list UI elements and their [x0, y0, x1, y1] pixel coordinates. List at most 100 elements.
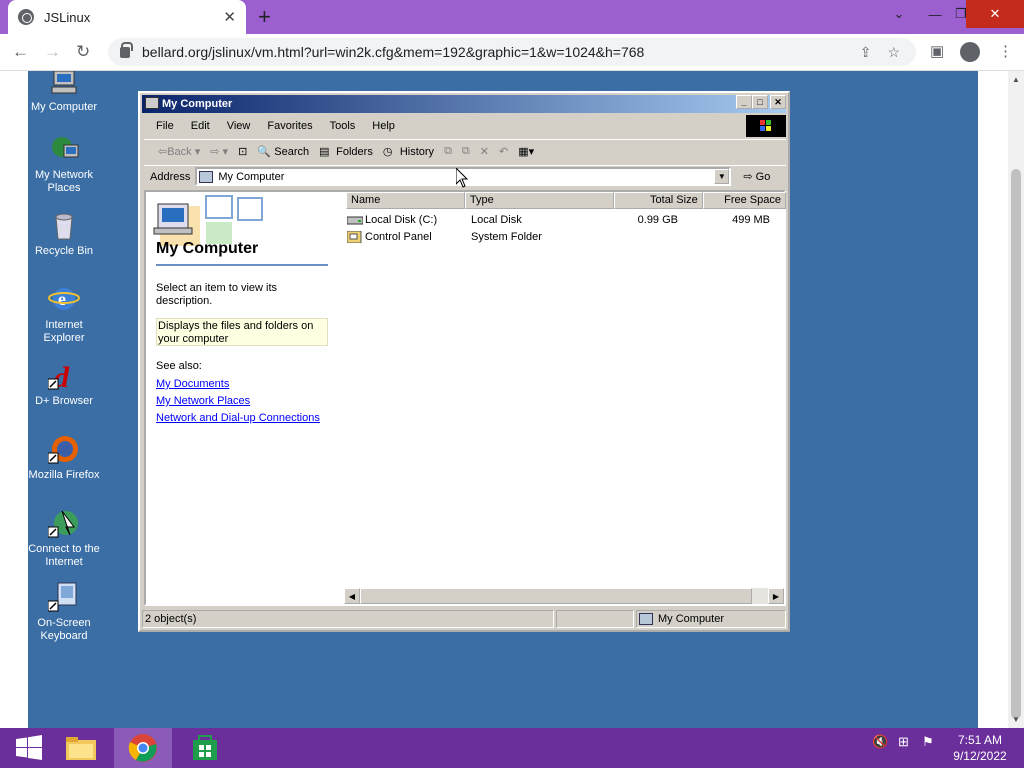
desktop-icon-mozilla-firefox[interactable]: Mozilla Firefox	[28, 433, 100, 482]
tab-close-icon[interactable]: ✕	[223, 8, 236, 26]
start-button[interactable]	[0, 728, 58, 768]
desktop-icon-recycle-bin[interactable]: Recycle Bin	[28, 209, 100, 258]
scroll-up-icon[interactable]: ▲	[1012, 75, 1020, 84]
back-button[interactable]: ⇦ Back ▾	[158, 145, 200, 159]
delete-icon[interactable]: ✕	[480, 145, 489, 158]
bookmark-star-icon[interactable]: ☆	[887, 44, 900, 61]
column-name[interactable]: Name	[346, 192, 465, 209]
list-item[interactable]: Local Disk (C:) Local Disk 0.99 GB 499 M…	[346, 212, 786, 228]
horizontal-scrollbar[interactable]: ◀ ▶	[344, 588, 784, 604]
views-button[interactable]: ▦ ▾	[518, 145, 534, 158]
mouse-cursor-icon	[455, 166, 469, 191]
up-folder-icon[interactable]: ⊡	[238, 145, 247, 158]
menu-kebab-icon[interactable]: ⋮	[998, 42, 1013, 60]
web-view-pane: My Computer Select an item to view its d…	[146, 192, 346, 604]
globe-icon	[18, 9, 34, 25]
desktop-icon-on-screen-keyboard[interactable]: On-Screen Keyboard	[28, 581, 100, 643]
volume-muted-icon[interactable]: 🔇	[872, 734, 888, 750]
close-button[interactable]: ✕	[966, 0, 1024, 28]
file-explorer-icon	[66, 737, 96, 760]
desktop-icon-d-plus-browser[interactable]: d D+ Browser	[28, 359, 100, 408]
window-title: My Computer	[162, 98, 233, 110]
desktop-icon-connect-to-internet[interactable]: Connect to the Internet	[28, 507, 100, 569]
profile-avatar-icon[interactable]	[960, 42, 980, 62]
address-value: My Computer	[218, 170, 285, 183]
menu-file[interactable]: File	[156, 120, 174, 132]
undo-icon[interactable]: ↶	[499, 145, 508, 158]
folders-button[interactable]: ▤ Folders	[319, 145, 373, 159]
link-my-network-places[interactable]: My Network Places	[156, 395, 250, 407]
page-scrollbar[interactable]: ▲ ▼	[1008, 71, 1024, 728]
hard-disk-icon	[346, 214, 364, 226]
desktop-icon-label: Internet Explorer	[43, 319, 85, 344]
list-header: Name Type Total Size Free Space	[346, 192, 786, 209]
menu-edit[interactable]: Edit	[191, 120, 210, 132]
window-minimize-button[interactable]: _	[736, 95, 752, 109]
column-total-size[interactable]: Total Size	[613, 192, 703, 209]
store-taskbar-button[interactable]	[176, 728, 234, 768]
share-icon[interactable]: ⇪	[860, 44, 872, 61]
desktop-icon-internet-explorer[interactable]: e Internet Explorer	[28, 283, 100, 345]
firefox-icon	[47, 433, 80, 465]
scroll-left-icon[interactable]: ◀	[344, 588, 360, 604]
tab-title: JSLinux	[44, 9, 91, 25]
window-close-button[interactable]: ✕	[770, 95, 786, 109]
scroll-down-icon[interactable]: ▼	[1012, 715, 1020, 724]
pane-prompt: Select an item to view its description.	[156, 282, 278, 307]
tab-search-button[interactable]: ⌄	[882, 0, 916, 28]
desktop-icon-my-network-places[interactable]: My Network Places	[28, 133, 100, 195]
menu-tools[interactable]: Tools	[330, 120, 356, 132]
new-tab-button[interactable]: +	[258, 4, 271, 30]
status-bar: 2 object(s) My Computer	[142, 610, 790, 630]
my-computer-small-icon	[199, 170, 214, 183]
back-arrow-icon[interactable]: ←	[12, 42, 29, 62]
scroll-thumb[interactable]	[360, 588, 752, 604]
forward-button[interactable]: ⇨ ▾	[210, 145, 228, 158]
menu-view[interactable]: View	[227, 120, 251, 132]
copy-to-icon[interactable]: ⧉	[462, 145, 470, 158]
network-icon[interactable]: ⊞	[898, 734, 909, 750]
scroll-right-icon[interactable]: ▶	[768, 588, 784, 604]
menu-favorites[interactable]: Favorites	[267, 120, 312, 132]
forward-arrow-icon[interactable]: →	[44, 42, 61, 62]
clock-time: 7:51 AM	[957, 733, 1003, 747]
history-button[interactable]: ◷ History	[383, 145, 434, 159]
link-my-documents[interactable]: My Documents	[156, 378, 229, 390]
item-type: Local Disk	[471, 214, 522, 226]
go-button[interactable]: ⇨ Go	[743, 170, 770, 183]
browser-tab[interactable]: JSLinux ✕	[8, 0, 246, 34]
side-panel-icon[interactable]: ▣	[930, 42, 944, 60]
taskbar-clock[interactable]: 7:51 AM 9/12/2022	[940, 732, 1020, 764]
item-type: System Folder	[471, 231, 542, 243]
keyboard-icon	[47, 581, 80, 613]
action-center-icon[interactable]: ⚑	[922, 734, 934, 750]
search-button[interactable]: 🔍 Search	[257, 145, 309, 159]
window-maximize-button[interactable]: □	[752, 95, 768, 109]
desktop-icon-label: D+ Browser	[35, 395, 93, 407]
column-type[interactable]: Type	[464, 192, 614, 209]
reload-icon[interactable]: ↻	[76, 42, 90, 62]
desktop-icon-my-computer[interactable]: My Computer	[28, 71, 100, 114]
search-icon: 🔍	[257, 145, 271, 158]
address-dropdown-icon[interactable]: ▼	[714, 169, 730, 184]
column-free-space[interactable]: Free Space	[702, 192, 786, 209]
move-to-icon[interactable]: ⧉	[444, 145, 452, 158]
link-network-dialup[interactable]: Network and Dial-up Connections	[156, 412, 320, 424]
browser-tab-strip: JSLinux ✕ + ⌄ — ❐ ✕	[0, 0, 1024, 34]
d-plus-browser-icon: d	[47, 359, 80, 394]
windows-start-icon	[16, 735, 42, 760]
scroll-thumb[interactable]	[1011, 169, 1021, 719]
pane-divider	[156, 264, 328, 266]
file-explorer-taskbar-button[interactable]	[52, 728, 110, 768]
menu-help[interactable]: Help	[372, 120, 395, 132]
chrome-taskbar-button[interactable]	[114, 728, 172, 768]
item-name: Local Disk (C:)	[365, 214, 438, 226]
desktop-icon-label: My Computer	[30, 101, 98, 113]
window-titlebar[interactable]: My Computer	[142, 95, 786, 113]
omnibox[interactable]: bellard.org/jslinux/vm.html?url=win2k.cf…	[108, 38, 916, 66]
desktop-icon-label: Recycle Bin	[34, 245, 94, 257]
explorer-content: My Computer Select an item to view its d…	[144, 190, 786, 606]
list-item[interactable]: Control Panel System Folder	[346, 229, 786, 245]
clock-date: 9/12/2022	[953, 749, 1007, 763]
url-text[interactable]: bellard.org/jslinux/vm.html?url=win2k.cf…	[142, 44, 860, 60]
